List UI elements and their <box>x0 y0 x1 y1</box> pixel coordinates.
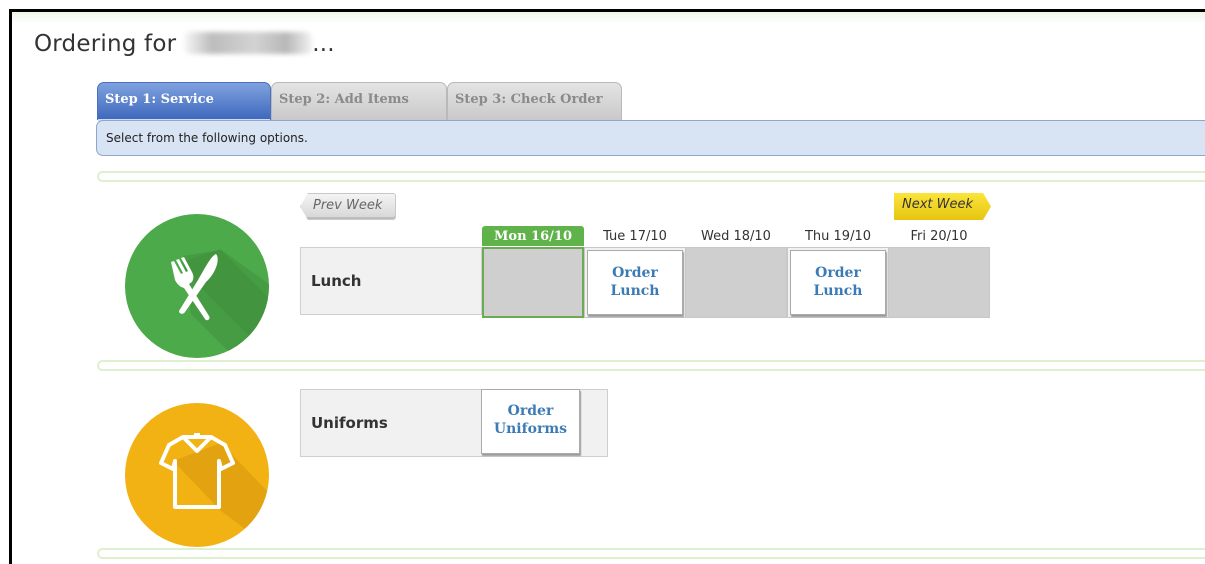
lunch-cell-fri-unavailable <box>888 247 990 318</box>
order-uniforms-line1: Order <box>507 403 554 419</box>
lunch-cell-thu: Order Lunch <box>787 247 889 318</box>
lunch-cell-wed-unavailable <box>685 247 787 318</box>
order-lunch-line1: Order <box>815 265 861 281</box>
cutlery-icon <box>171 249 269 358</box>
order-lunch-line2: Lunch <box>813 283 863 299</box>
lunch-cell-mon-unavailable <box>482 247 584 318</box>
day-header-fri: Fri 20/10 <box>910 229 968 244</box>
lunch-service-icon <box>125 214 269 358</box>
redacted-name <box>184 32 313 54</box>
order-lunch-line2: Lunch <box>610 283 660 299</box>
section-divider <box>97 360 1205 371</box>
order-uniforms-button[interactable]: Order Uniforms <box>481 389 580 454</box>
top-tint <box>12 12 1205 24</box>
tab-step-2-add-items[interactable]: Step 2: Add Items <box>271 82 447 120</box>
shirt-icon <box>159 433 269 547</box>
section-divider <box>97 171 1205 182</box>
order-uniforms-line2: Uniforms <box>493 421 568 437</box>
instructions-bar: Select from the following options. <box>96 120 1205 156</box>
page-title-suffix: ... <box>312 31 335 57</box>
page-title-prefix: Ordering for <box>34 31 177 57</box>
lunch-row-label: Lunch <box>300 247 482 315</box>
prev-week-button[interactable]: Prev Week <box>300 193 396 220</box>
order-lunch-button-tue[interactable]: Order Lunch <box>587 250 683 315</box>
next-week-button[interactable]: Next Week <box>894 193 991 220</box>
page-title: Ordering for... <box>34 31 335 57</box>
instructions-text: Select from the following options. <box>106 131 308 145</box>
order-lunch-button-thu[interactable]: Order Lunch <box>790 250 886 315</box>
order-lunch-line1: Order <box>612 265 658 281</box>
day-header-mon: Mon 16/10 <box>482 226 584 246</box>
section-divider <box>97 548 1205 559</box>
tab-step-1-service[interactable]: Step 1: Service <box>97 82 271 121</box>
day-header-thu: Thu 19/10 <box>804 229 871 244</box>
uniforms-service-icon <box>125 403 269 547</box>
day-header-tue: Tue 17/10 <box>603 229 667 244</box>
tab-step-3-check-order[interactable]: Step 3: Check Order <box>447 82 622 120</box>
day-header-wed: Wed 18/10 <box>701 229 771 244</box>
lunch-cell-tue: Order Lunch <box>584 247 686 318</box>
